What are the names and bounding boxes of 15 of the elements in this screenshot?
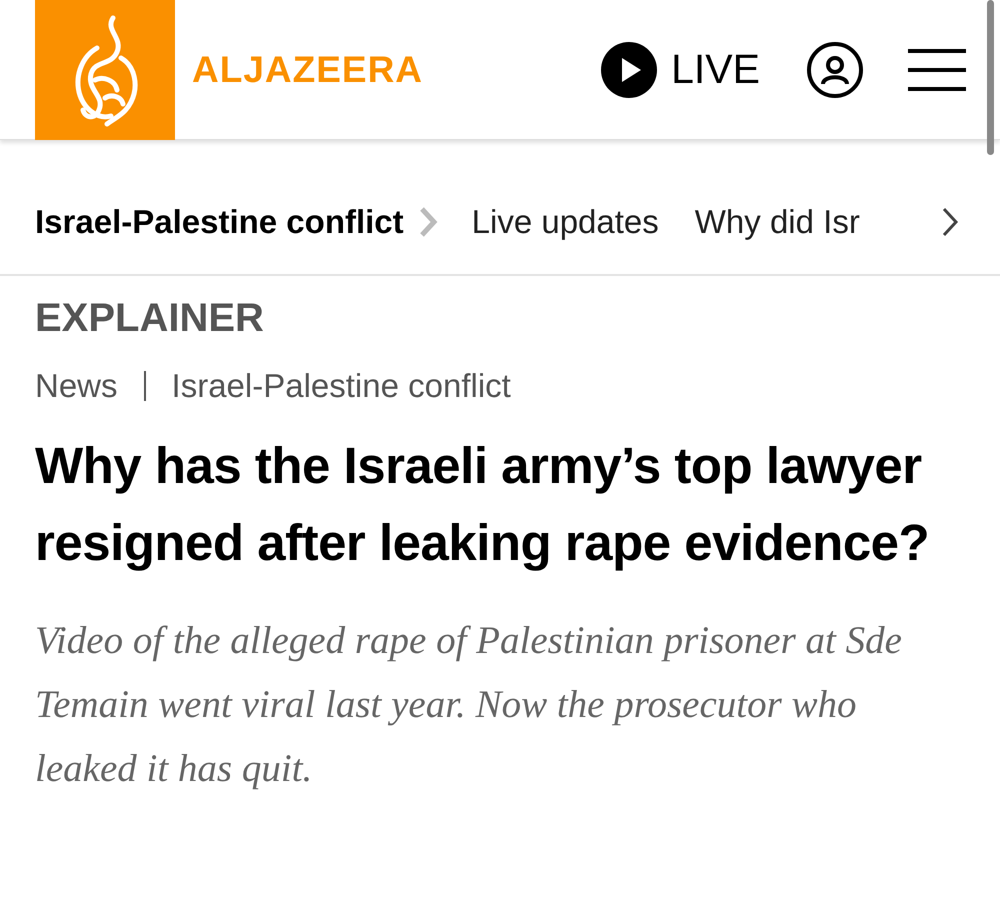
category-link[interactable]: News — [35, 367, 118, 405]
category-link[interactable]: Israel-Palestine conflict — [172, 367, 511, 405]
profile-icon[interactable] — [806, 40, 864, 98]
play-icon — [601, 42, 658, 98]
live-button[interactable]: LIVE — [601, 42, 760, 98]
topic-link[interactable]: Israel-Palestine conflict — [35, 203, 404, 241]
article-label: EXPLAINER — [35, 296, 265, 341]
menu-icon[interactable] — [908, 46, 966, 92]
chevron-icon — [418, 206, 438, 238]
scrollbar[interactable] — [987, 0, 994, 155]
chevron-right-icon[interactable] — [940, 206, 960, 238]
article-summary: Video of the alleged rape of Palestinian prisoner at Sde Temain went viral last year. Now the prosecutor who leaked it has quit. — [35, 618, 903, 792]
topic-link[interactable]: Live updates — [472, 203, 659, 241]
topic-link[interactable]: Why did Isr — [694, 203, 860, 241]
headline: Why has the Israeli army’s top lawyer resigned after leaking rape evidence? — [35, 436, 930, 573]
